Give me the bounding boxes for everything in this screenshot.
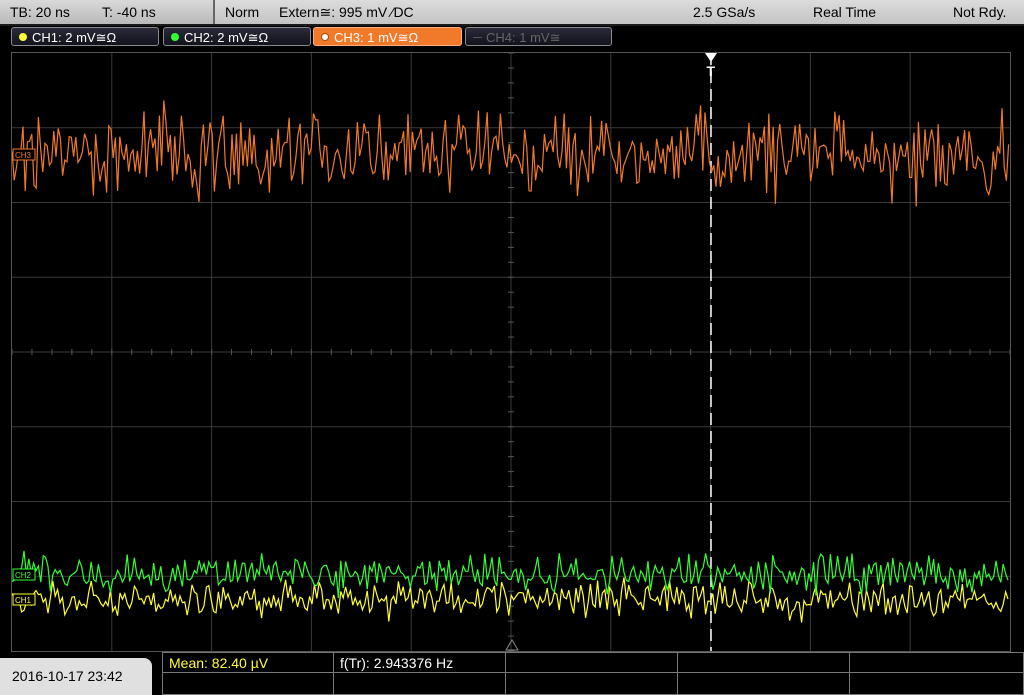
measurement-cell-empty[interactable] bbox=[849, 652, 1024, 673]
channel-1-label: CH1: 2 mV≅Ω bbox=[32, 30, 117, 45]
trigger-mode: Norm bbox=[225, 4, 260, 20]
channel-2-marker-label: CH2 bbox=[15, 571, 32, 580]
channel-2-indicator-icon bbox=[171, 33, 179, 41]
channel-3-label: CH3: 1 mV≅Ω bbox=[334, 30, 419, 45]
channel-4-button[interactable]: CH4: 1 mV≅ bbox=[465, 27, 612, 46]
top-status-bar: TB: 20 ns T: -40 ns Norm Extern≅: 995 mV… bbox=[0, 0, 1024, 26]
channel-1-marker-label: CH1 bbox=[15, 596, 32, 605]
measurement-cell-empty[interactable] bbox=[505, 652, 678, 673]
trigger-status-bar[interactable]: Norm Extern≅: 995 mV ⁄DC 2.5 GSa/s Real … bbox=[215, 0, 1024, 24]
channel-3-button[interactable]: CH3: 1 mV≅Ω bbox=[313, 27, 462, 46]
channel-3-marker-label: CH3 bbox=[15, 151, 32, 160]
measurement-panel[interactable]: Mean: 82.40 µV f(Tr): 2.943376 Hz bbox=[162, 652, 1024, 695]
waveform-display[interactable]: CH3 CH2 CH1 bbox=[11, 52, 1011, 652]
measurement-cell-freq[interactable]: f(Tr): 2.943376 Hz bbox=[333, 652, 506, 673]
trigger-offset-label: T: -40 ns bbox=[102, 4, 156, 20]
channel-3-indicator-icon bbox=[321, 33, 329, 41]
waveform-canvas: CH3 CH2 CH1 bbox=[12, 53, 1010, 651]
measurement-cell-empty[interactable] bbox=[677, 652, 850, 673]
frequency-measurement: f(Tr): 2.943376 Hz bbox=[340, 655, 454, 671]
measurement-cell-empty[interactable] bbox=[849, 672, 1024, 695]
measurement-cell-empty[interactable] bbox=[505, 672, 678, 695]
timebase-label: TB: 20 ns bbox=[10, 4, 70, 20]
acquisition-mode: Real Time bbox=[813, 4, 877, 20]
channel-4-off-icon bbox=[473, 37, 482, 38]
channel-3-level-marker[interactable]: CH3 bbox=[12, 148, 36, 161]
measurement-cell-empty[interactable] bbox=[162, 672, 334, 695]
sample-rate: 2.5 GSa/s bbox=[693, 4, 756, 20]
trigger-marker-label: T bbox=[707, 63, 716, 79]
measurement-cell-mean[interactable]: Mean: 82.40 µV bbox=[162, 652, 334, 673]
channel-2-level-marker[interactable]: CH2 bbox=[12, 568, 36, 581]
measurement-cell-empty[interactable] bbox=[677, 672, 850, 695]
channel-1-trace bbox=[12, 577, 1009, 623]
run-state: Not Rdy. bbox=[953, 4, 1007, 20]
horizontal-position-marker-icon bbox=[505, 639, 519, 651]
measurement-cell-empty[interactable] bbox=[333, 672, 506, 695]
bottom-bar: 2016-10-17 23:42 Mean: 82.40 µV f(Tr): 2… bbox=[0, 652, 1024, 695]
channel-1-indicator-icon bbox=[19, 33, 27, 41]
timebase-box[interactable]: TB: 20 ns T: -40 ns bbox=[0, 0, 215, 24]
channel-4-label: CH4: 1 mV≅ bbox=[486, 30, 561, 45]
channel-bar: CH1: 2 mV≅Ω CH2: 2 mV≅Ω CH3: 1 mV≅Ω CH4:… bbox=[0, 26, 1024, 48]
channel-1-level-marker[interactable]: CH1 bbox=[12, 593, 36, 606]
date-time: 2016-10-17 23:42 bbox=[0, 658, 152, 695]
trigger-source: Extern≅: 995 mV ⁄DC bbox=[279, 4, 414, 20]
graticule bbox=[12, 53, 1010, 651]
channel-1-button[interactable]: CH1: 2 mV≅Ω bbox=[11, 27, 159, 46]
channel-2-label: CH2: 2 mV≅Ω bbox=[184, 30, 269, 45]
channel-3-trace bbox=[12, 100, 1010, 207]
mean-measurement: Mean: 82.40 µV bbox=[169, 655, 269, 671]
trigger-marker-icon[interactable]: T bbox=[703, 52, 719, 80]
channel-2-button[interactable]: CH2: 2 mV≅Ω bbox=[163, 27, 311, 46]
